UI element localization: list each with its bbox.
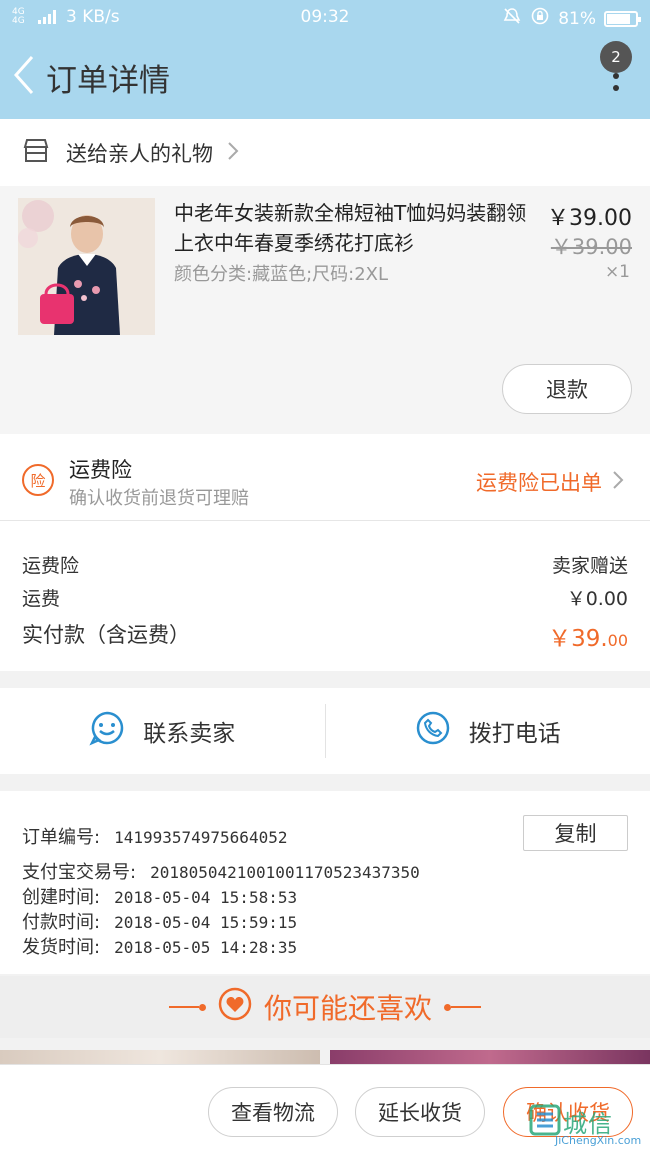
shop-name: 送给亲人的礼物: [66, 141, 213, 166]
insurance-status: 运费险已出单: [476, 471, 602, 495]
product-original-price: ￥39.00: [550, 235, 632, 259]
contact-bar: 联系卖家 拨打电话: [0, 688, 650, 774]
notification-badge[interactable]: 2: [600, 41, 632, 73]
page-title: 订单详情: [46, 63, 170, 99]
product-price: ￥39.00: [547, 206, 632, 231]
recommend-header: 你可能还喜欢: [0, 976, 650, 1038]
fee-summary: 运费险 卖家赠送 运费 ￥0.00 实付款（含运费） ￥39.00: [0, 521, 650, 671]
total-label: 实付款（含运费）: [22, 623, 190, 647]
decor-right: [444, 1003, 481, 1011]
fee-row: 运费险 卖家赠送: [22, 551, 628, 578]
freight-insurance-row[interactable]: 险 运费险 确认收货前退货可理赔 运费险已出单: [0, 434, 650, 521]
fee-value: ￥0.00: [566, 588, 628, 610]
order-number-label: 订单编号:: [22, 827, 101, 848]
created-time-row: 创建时间: 2018-05-04 15:58:53: [22, 883, 297, 909]
total-value-cents: 00: [607, 631, 628, 650]
paid-time-value: 2018-05-04 15:59:15: [114, 913, 298, 932]
shipped-time-label: 发货时间:: [22, 937, 101, 958]
decor-left: [168, 1003, 206, 1011]
paid-time-label: 付款时间:: [22, 912, 101, 933]
battery-fill: [607, 13, 630, 24]
shipped-time-row: 发货时间: 2018-05-05 14:28:35: [22, 933, 297, 959]
shop-icon: [22, 138, 50, 168]
view-logistics-button[interactable]: 查看物流: [208, 1087, 338, 1137]
insurance-icon: 险: [22, 464, 54, 496]
battery-icon: [604, 10, 641, 27]
order-number-value[interactable]: 141993574975664052: [114, 828, 287, 847]
refund-button[interactable]: 退款: [502, 364, 632, 414]
watermark-logo: 城信 JiChengXin.com: [527, 1102, 647, 1152]
shop-row[interactable]: 送给亲人的礼物: [0, 119, 650, 186]
alipay-trade-label: 支付宝交易号:: [22, 862, 137, 883]
fee-label: 运费险: [22, 555, 80, 577]
recommend-title: 你可能还喜欢: [263, 992, 432, 1025]
copy-button[interactable]: 复制: [523, 815, 628, 851]
back-arrow-icon: [13, 56, 34, 94]
contact-seller-label: 联系卖家: [143, 721, 236, 747]
product-quantity: ×1: [604, 262, 630, 282]
battery-percent: 81%: [558, 8, 596, 29]
back-button[interactable]: [10, 53, 40, 97]
fee-value: 卖家赠送: [551, 555, 628, 577]
created-time-label: 创建时间:: [22, 887, 101, 908]
phone-icon: [415, 710, 451, 752]
status-bar: 4G 4G 3 KB/s 09:32 81%: [0, 0, 650, 33]
more-menu-button[interactable]: [610, 73, 622, 103]
product-name[interactable]: 中老年女装新款全棉短袖T恤妈妈装翻领上衣中年春夏季绣花打底衫: [174, 198, 534, 258]
more-dots-icon: [610, 73, 622, 91]
watermark-icon: [529, 1104, 561, 1136]
rotation-lock-icon: [530, 6, 550, 31]
alipay-trade-row: 支付宝交易号: 2018050421001001170523437350: [22, 858, 420, 884]
mute-icon: [502, 6, 522, 31]
insurance-title: 运费险: [69, 458, 132, 482]
order-info: 订单编号: 141993574975664052 复制 支付宝交易号: 201805…: [0, 791, 650, 974]
total-value-main: ￥39.: [548, 626, 608, 652]
total-value: ￥39.00: [548, 619, 628, 653]
chat-face-icon: [89, 710, 125, 752]
fee-row: 运费 ￥0.00: [22, 584, 628, 611]
shipped-time-value: 2018-05-05 14:28:35: [114, 938, 298, 957]
nav-bar: 订单详情 2: [0, 33, 650, 119]
chevron-right-icon: [612, 470, 624, 494]
contact-seller-button[interactable]: 联系卖家: [0, 688, 325, 774]
product-sku: 颜色分类:藏蓝色;尺码:2XL: [174, 264, 389, 285]
call-phone-label: 拨打电话: [468, 721, 561, 747]
product-image[interactable]: [18, 198, 155, 335]
alipay-trade-value: 2018050421001001170523437350: [150, 863, 420, 882]
fee-label: 运费: [22, 588, 61, 610]
created-time-value: 2018-05-04 15:58:53: [114, 888, 298, 907]
total-row: 实付款（含运费） ￥39.00: [22, 619, 628, 653]
extend-receipt-button[interactable]: 延长收货: [355, 1087, 485, 1137]
chevron-right-icon: [227, 141, 239, 165]
watermark-url: JiChengXin.com: [555, 1134, 642, 1147]
order-number-row: 订单编号: 141993574975664052: [22, 823, 287, 849]
heart-icon: [218, 987, 252, 1028]
paid-time-row: 付款时间: 2018-05-04 15:59:15: [22, 908, 297, 934]
product-item[interactable]: 中老年女装新款全棉短袖T恤妈妈装翻领上衣中年春夏季绣花打底衫 颜色分类:藏蓝色;…: [0, 186, 650, 434]
call-phone-button[interactable]: 拨打电话: [326, 688, 650, 774]
insurance-subtitle: 确认收货前退货可理赔: [69, 488, 249, 509]
